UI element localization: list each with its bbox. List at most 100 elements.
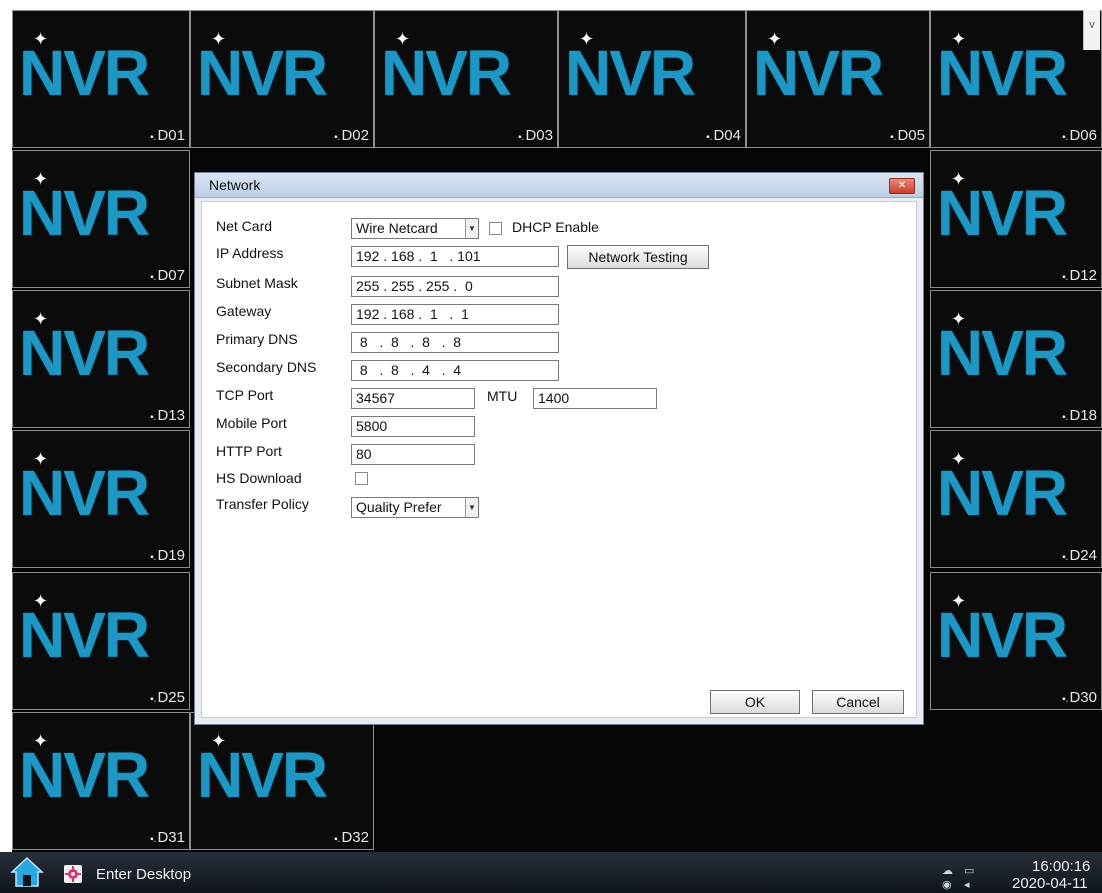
ok-button[interactable]: OK [710, 690, 800, 714]
camera-channel-label: ▪.D19 [150, 547, 185, 564]
camera-channel-label: ▪.D06 [1062, 127, 1097, 144]
channel-id: D05 [897, 127, 925, 144]
channel-id: D02 [341, 127, 369, 144]
sparkle-icon: ✦ [951, 591, 967, 611]
camera-tile[interactable]: NVR ✦ ▪.D25 [12, 572, 190, 710]
sparkle-icon: ✦ [33, 731, 49, 751]
sparkle-icon: ✦ [767, 29, 783, 49]
gateway-label: Gateway [216, 303, 272, 319]
nvr-logo: NVR [753, 37, 884, 109]
camera-tile[interactable]: NVR ✦ ▪.D07 [12, 150, 190, 288]
subnet-mask-field[interactable]: 255 . 255 . 255 . 0 [351, 276, 559, 297]
mtu-label: MTU [487, 388, 518, 404]
sparkle-icon: ✦ [579, 29, 595, 49]
subnet-mask-label: Subnet Mask [216, 275, 298, 291]
tcp-port-field[interactable]: 34567 [351, 388, 475, 409]
channel-id: D19 [157, 547, 185, 564]
dhcp-enable-checkbox[interactable] [489, 222, 502, 235]
channel-id: D30 [1069, 689, 1097, 706]
net-card-select[interactable]: Wire Netcard ▼ [351, 218, 479, 239]
net-card-value: Wire Netcard [356, 220, 438, 236]
nvr-logo: NVR [19, 739, 150, 811]
record-tray-icon[interactable]: ◉ [942, 878, 952, 891]
camera-channel-label: ▪.D12 [1062, 267, 1097, 284]
camera-tile[interactable]: NVR ✦ ▪.D24 [930, 430, 1102, 568]
camera-channel-label: ▪.D03 [518, 127, 553, 144]
channel-id: D18 [1069, 407, 1097, 424]
channel-id: D24 [1069, 547, 1097, 564]
sparkle-icon: ✦ [951, 169, 967, 189]
sparkle-icon: ✦ [951, 29, 967, 49]
camera-tile[interactable]: NVR ✦ ▪.D05 [746, 10, 930, 148]
camera-tile[interactable]: NVR ✦ ▪.D06 [930, 10, 1102, 148]
dialog-body: Net Card Wire Netcard ▼ DHCP Enable IP A… [201, 201, 917, 718]
camera-tile[interactable]: NVR ✦ ▪.D13 [12, 290, 190, 428]
close-icon[interactable]: ✕ [889, 178, 915, 194]
camera-tile[interactable]: NVR ✦ ▪.D18 [930, 290, 1102, 428]
transfer-policy-select[interactable]: Quality Prefer ▼ [351, 497, 479, 518]
camera-icon: ▪. [1062, 412, 1069, 423]
enter-desktop-label[interactable]: Enter Desktop [96, 866, 191, 883]
mobile-port-label: Mobile Port [216, 415, 287, 431]
sparkle-icon: ✦ [33, 29, 49, 49]
camera-icon: ▪. [150, 834, 157, 845]
mobile-port-field[interactable]: 5800 [351, 416, 475, 437]
hs-download-checkbox[interactable] [355, 472, 368, 485]
http-port-field[interactable]: 80 [351, 444, 475, 465]
camera-tile[interactable]: NVR ✦ ▪.D31 [12, 712, 190, 850]
ip-address-label: IP Address [216, 245, 284, 261]
camera-tile[interactable]: NVR ✦ ▪.D19 [12, 430, 190, 568]
secondary-dns-label: Secondary DNS [216, 359, 317, 375]
home-icon[interactable] [10, 856, 44, 888]
camera-tile[interactable]: NVR ✦ ▪.D02 [190, 10, 374, 148]
desktop-gear-icon[interactable] [64, 865, 82, 883]
nvr-logo: NVR [19, 317, 150, 389]
primary-dns-label: Primary DNS [216, 331, 298, 347]
gateway-field[interactable]: 192 . 168 . 1 . 1 [351, 304, 559, 325]
camera-channel-label: ▪.D24 [1062, 547, 1097, 564]
nvr-logo: NVR [937, 37, 1068, 109]
camera-tile[interactable]: NVR ✦ ▪.D12 [930, 150, 1102, 288]
monitor-tray-icon[interactable]: ▭ [964, 864, 974, 877]
camera-tile[interactable]: NVR ✦ ▪.D30 [930, 572, 1102, 710]
sparkle-icon: ✦ [33, 449, 49, 469]
camera-tile[interactable]: NVR ✦ ▪.D32 [190, 712, 374, 850]
sparkle-icon: ✦ [211, 731, 227, 751]
nvr-logo: NVR [937, 599, 1068, 671]
transfer-policy-value: Quality Prefer [356, 499, 442, 515]
dialog-titlebar[interactable]: Network ✕ [195, 173, 923, 198]
camera-tile[interactable]: NVR ✦ ▪.D03 [374, 10, 558, 148]
camera-tile[interactable]: NVR ✦ ▪.D04 [558, 10, 746, 148]
chevron-down-icon[interactable]: v [1083, 10, 1100, 50]
camera-tile[interactable]: NVR ✦ ▪.D01 [12, 10, 190, 148]
nvr-screen: NVR ✦ ▪.D01 NVR ✦ ▪.D02 NVR ✦ ▪.D03 NVR ✦ ▪.D04 NVR ✦… [0, 0, 1102, 893]
chevron-down-icon: ▼ [465, 498, 478, 517]
camera-icon: ▪. [1062, 694, 1069, 705]
camera-channel-label: ▪.D31 [150, 829, 185, 846]
tcp-port-label: TCP Port [216, 387, 274, 403]
primary-dns-field[interactable]: 8 . 8 . 8 . 8 [351, 332, 559, 353]
network-testing-button[interactable]: Network Testing [567, 245, 709, 269]
network-tray-icon[interactable]: ☁ [942, 864, 953, 877]
chevron-down-icon: ▼ [465, 219, 478, 238]
cancel-button[interactable]: Cancel [812, 690, 904, 714]
net-card-label: Net Card [216, 218, 273, 234]
channel-id: D12 [1069, 267, 1097, 284]
dialog-title: Network [209, 177, 261, 193]
camera-icon: ▪. [890, 132, 897, 143]
sparkle-icon: ✦ [33, 309, 49, 329]
volume-tray-icon[interactable]: ◂ [964, 878, 970, 891]
clock-date: 2020-04-11 [1012, 875, 1088, 892]
nvr-logo: NVR [197, 739, 328, 811]
nvr-logo: NVR [937, 177, 1068, 249]
transfer-policy-label: Transfer Policy [216, 496, 309, 512]
hs-download-label: HS Download [216, 470, 302, 486]
camera-icon: ▪. [150, 412, 157, 423]
camera-icon: ▪. [150, 132, 157, 143]
nvr-logo: NVR [937, 457, 1068, 529]
camera-channel-label: ▪.D25 [150, 689, 185, 706]
nvr-logo: NVR [565, 37, 696, 109]
ip-address-field[interactable]: 192 . 168 . 1 . 101 [351, 246, 559, 267]
secondary-dns-field[interactable]: 8 . 8 . 4 . 4 [351, 360, 559, 381]
mtu-field[interactable]: 1400 [533, 388, 657, 409]
